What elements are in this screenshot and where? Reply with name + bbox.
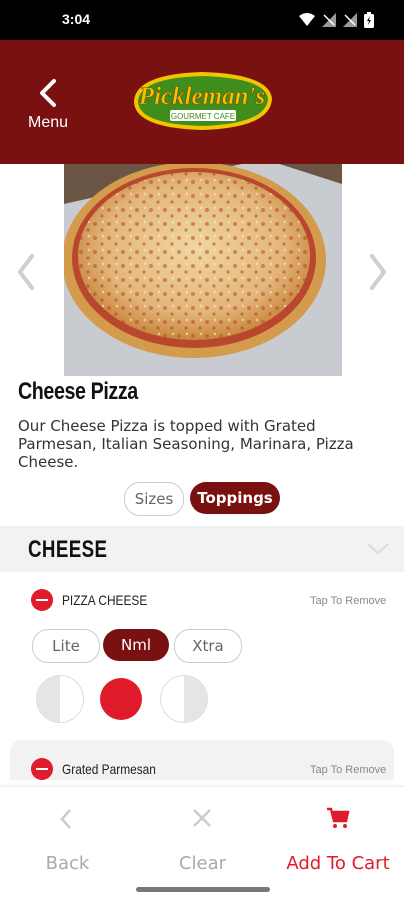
add-to-cart-button[interactable]: Add To Cart (272, 787, 404, 885)
back-button[interactable]: Back (10, 787, 125, 885)
status-bar: 3:04 (0, 0, 404, 40)
left-half-coverage-button[interactable] (36, 675, 84, 723)
back-label: Back (45, 853, 90, 874)
svg-text:GOURMET CAFE: GOURMET CAFE (171, 112, 235, 121)
battery-icon (364, 12, 374, 28)
cheese-section-header[interactable]: CHEESE (0, 526, 404, 572)
carousel-prev-icon[interactable] (14, 252, 38, 292)
wifi-icon (299, 13, 315, 26)
tap-to-remove-link[interactable]: Tap To Remove (310, 764, 386, 776)
status-icons (299, 12, 374, 28)
signal-icon (322, 13, 336, 27)
product-title: Cheese Pizza (18, 378, 138, 405)
tab-sizes[interactable]: Sizes (124, 482, 184, 516)
amount-extra-button[interactable]: Xtra (174, 629, 242, 663)
clear-button[interactable]: Clear (145, 787, 260, 885)
amount-normal-button[interactable]: Nml (103, 629, 169, 661)
menu-button[interactable]: Menu (18, 78, 78, 138)
product-description: Our Cheese Pizza is topped with Grated P… (18, 417, 354, 471)
brand-logo: Pickleman's GOURMET CAFE (128, 66, 276, 136)
remove-minus-icon[interactable] (31, 758, 53, 780)
clear-label: Clear (178, 853, 227, 874)
back-chevron-icon (60, 809, 71, 829)
back-chevron-icon (40, 79, 56, 107)
topping-name: PIZZA CHEESE (62, 592, 148, 608)
right-half-coverage-button[interactable] (160, 675, 208, 723)
amount-lite-button[interactable]: Lite (32, 629, 100, 663)
cart-icon (327, 807, 350, 828)
close-icon (193, 809, 211, 827)
whole-coverage-button[interactable] (100, 678, 142, 720)
tab-toppings[interactable]: Toppings (190, 482, 280, 514)
product-photo (64, 164, 342, 376)
gesture-nav-bar (136, 887, 270, 892)
bottom-action-bar: Back Clear Add To Cart (0, 786, 404, 885)
chevron-down-icon[interactable] (366, 542, 390, 556)
tap-to-remove-link[interactable]: Tap To Remove (310, 595, 386, 607)
app-header: Menu Pickleman's GOURMET CAFE (0, 40, 404, 164)
signal-icon (343, 13, 357, 27)
menu-label: Menu (27, 114, 69, 131)
topping-name: Grated Parmesan (62, 761, 156, 777)
section-title: CHEESE (28, 536, 108, 563)
remove-minus-icon[interactable] (31, 589, 53, 611)
add-to-cart-label: Add To Cart (286, 853, 390, 874)
status-time: 3:04 (62, 11, 91, 27)
carousel-next-icon[interactable] (366, 252, 390, 292)
svg-text:Pickleman's: Pickleman's (138, 83, 265, 110)
